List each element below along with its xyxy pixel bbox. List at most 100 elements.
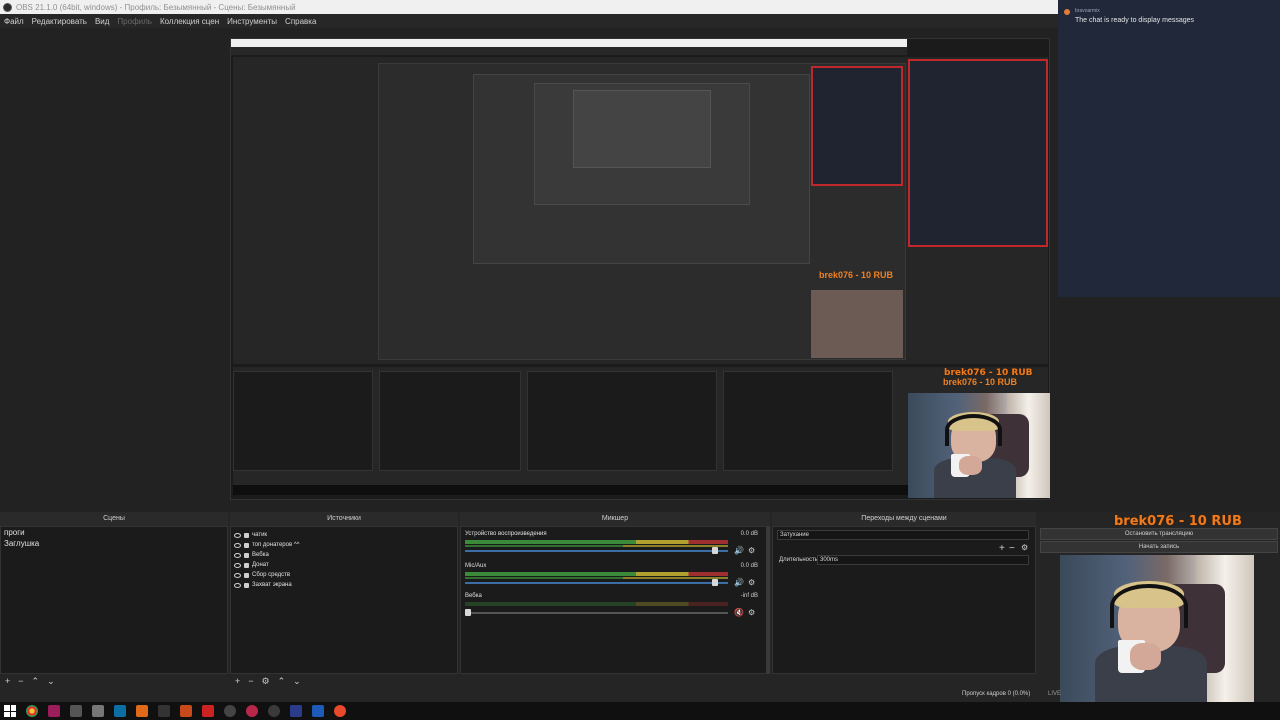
nested-obs-titlebar	[231, 39, 907, 47]
source-item[interactable]: чатик	[231, 530, 457, 540]
volume-meter-secondary	[465, 545, 728, 547]
windows-start-icon[interactable]	[4, 705, 16, 717]
chat-selection-frame	[908, 59, 1048, 247]
volume-meter-secondary	[465, 577, 728, 579]
move-up-icon[interactable]: ⌃	[278, 676, 286, 687]
source-properties-gear-icon[interactable]: ⚙	[262, 676, 270, 687]
move-up-icon[interactable]: ⌃	[32, 676, 40, 687]
move-down-icon[interactable]: ⌄	[293, 676, 301, 687]
chat-panel: bravoarmix The chat is ready to display …	[1058, 0, 1280, 297]
lock-icon[interactable]	[244, 572, 249, 578]
stop-streaming-button[interactable]: Остановить трансляцию	[1040, 528, 1278, 540]
preview-donation-alert: brek076 - 10 RUB	[944, 368, 1033, 378]
preview-area: brek076 - 10 RUB brek076 - 10 RUB	[0, 28, 1058, 512]
volume-slider[interactable]	[465, 550, 728, 552]
app-icon[interactable]	[268, 705, 280, 717]
nested-obs-menubar	[231, 47, 907, 55]
remove-source-button[interactable]: −	[248, 676, 253, 686]
app-icon[interactable]	[202, 705, 214, 717]
start-recording-button[interactable]: Начать запись	[1040, 541, 1278, 553]
volume-slider-knob[interactable]	[465, 609, 471, 616]
source-item[interactable]: Захват экрана	[231, 580, 457, 590]
dropped-frames-status: Пропуск кадров 0 (0.0%)	[962, 691, 1031, 697]
chrome-icon[interactable]	[26, 705, 38, 717]
nested-taskbar	[233, 485, 909, 495]
menu-file[interactable]: Файл	[4, 17, 24, 26]
nested-scenes-dock	[233, 371, 373, 471]
sources-list: чатик топ донатеров ^^ Вебка Донат Сбор …	[230, 526, 458, 674]
gear-icon[interactable]: ⚙	[748, 579, 756, 587]
volume-slider[interactable]	[465, 612, 728, 614]
obs-icon[interactable]	[224, 705, 236, 717]
channel-name: Устройство воспроизведения	[465, 531, 547, 537]
transition-select[interactable]: Затухание	[777, 530, 1029, 540]
menu-view[interactable]: Вид	[95, 17, 109, 26]
gear-icon[interactable]: ⚙	[748, 547, 756, 555]
eye-icon[interactable]	[234, 582, 241, 588]
menu-profile[interactable]: Профиль	[117, 17, 152, 26]
nested-transitions-dock	[723, 371, 893, 471]
eye-icon[interactable]	[234, 552, 241, 558]
menu-scene-collection[interactable]: Коллекция сцен	[160, 17, 219, 26]
nested-preview-level-2	[473, 74, 810, 264]
source-label: Донат	[252, 562, 269, 568]
word-icon[interactable]	[312, 705, 324, 717]
mixer-channel: Mic/Aux 0.0 dB 🔊 ⚙	[465, 563, 758, 593]
source-label: Вебка	[252, 552, 269, 558]
nested-donation-label: brek076 - 10 RUB	[819, 270, 894, 280]
volume-slider-knob[interactable]	[712, 547, 718, 554]
remove-transition-button[interactable]: −	[1009, 543, 1015, 554]
speaker-icon[interactable]: 🔊	[734, 547, 744, 555]
menu-bar: Файл Редактировать Вид Профиль Коллекция…	[0, 14, 1058, 28]
scene-item[interactable]: Заглушка	[1, 538, 227, 549]
lock-icon[interactable]	[244, 532, 249, 538]
source-item[interactable]: Вебка	[231, 550, 457, 560]
add-scene-button[interactable]: +	[5, 676, 10, 686]
move-down-icon[interactable]: ⌄	[47, 676, 55, 687]
lock-icon[interactable]	[244, 582, 249, 588]
menu-help[interactable]: Справка	[285, 17, 316, 26]
app-icon[interactable]	[70, 705, 82, 717]
lock-icon[interactable]	[244, 542, 249, 548]
channel-name: Вебка	[465, 593, 482, 599]
mixer-channel: Устройство воспроизведения 0.0 dB 🔊 ⚙	[465, 531, 758, 561]
source-item[interactable]: топ донатеров ^^	[231, 540, 457, 550]
speaker-icon[interactable]: 🔊	[734, 579, 744, 587]
muted-speaker-icon[interactable]: 🔇	[734, 609, 744, 617]
app-icon[interactable]	[180, 705, 192, 717]
app-icon[interactable]	[246, 705, 258, 717]
remove-scene-button[interactable]: −	[18, 676, 23, 686]
source-item[interactable]: Донат	[231, 560, 457, 570]
app-icon[interactable]	[92, 705, 104, 717]
mixer-dock: Микшер Устройство воспроизведения 0.0 dB…	[460, 512, 770, 688]
eye-icon[interactable]	[234, 542, 241, 548]
source-item[interactable]: Сбор средств	[231, 570, 457, 580]
volume-slider[interactable]	[465, 582, 728, 584]
duration-input[interactable]: 300ms	[817, 555, 1029, 565]
transition-gear-icon[interactable]: ⚙	[1021, 543, 1028, 552]
add-source-button[interactable]: +	[235, 676, 240, 686]
sources-header: Источники	[230, 512, 458, 526]
app-icon[interactable]	[114, 705, 126, 717]
app-icon[interactable]	[48, 705, 60, 717]
app-icon[interactable]	[334, 705, 346, 717]
lock-icon[interactable]	[244, 552, 249, 558]
gear-icon[interactable]: ⚙	[748, 609, 756, 617]
chat-avatar-icon	[1064, 9, 1070, 15]
volume-slider-knob[interactable]	[712, 579, 718, 586]
eye-icon[interactable]	[234, 572, 241, 578]
lock-icon[interactable]	[244, 562, 249, 568]
menu-tools[interactable]: Инструменты	[227, 17, 277, 26]
app-icon[interactable]	[290, 705, 302, 717]
scene-item[interactable]: проги	[1, 527, 227, 538]
window-titlebar: OBS 21.1.0 (64bit, windows) - Профиль: Б…	[0, 0, 1058, 14]
app-icon[interactable]	[136, 705, 148, 717]
mixer-channel: Вебка -inf dB 🔇 ⚙	[465, 593, 758, 623]
window-title: OBS 21.1.0 (64bit, windows) - Профиль: Б…	[16, 2, 296, 12]
menu-edit[interactable]: Редактировать	[32, 17, 87, 26]
add-transition-button[interactable]: +	[999, 543, 1005, 554]
chat-message-row: bravoarmix The chat is ready to display …	[1064, 8, 1194, 24]
app-icon[interactable]	[158, 705, 170, 717]
eye-icon[interactable]	[234, 562, 241, 568]
eye-icon[interactable]	[234, 532, 241, 538]
